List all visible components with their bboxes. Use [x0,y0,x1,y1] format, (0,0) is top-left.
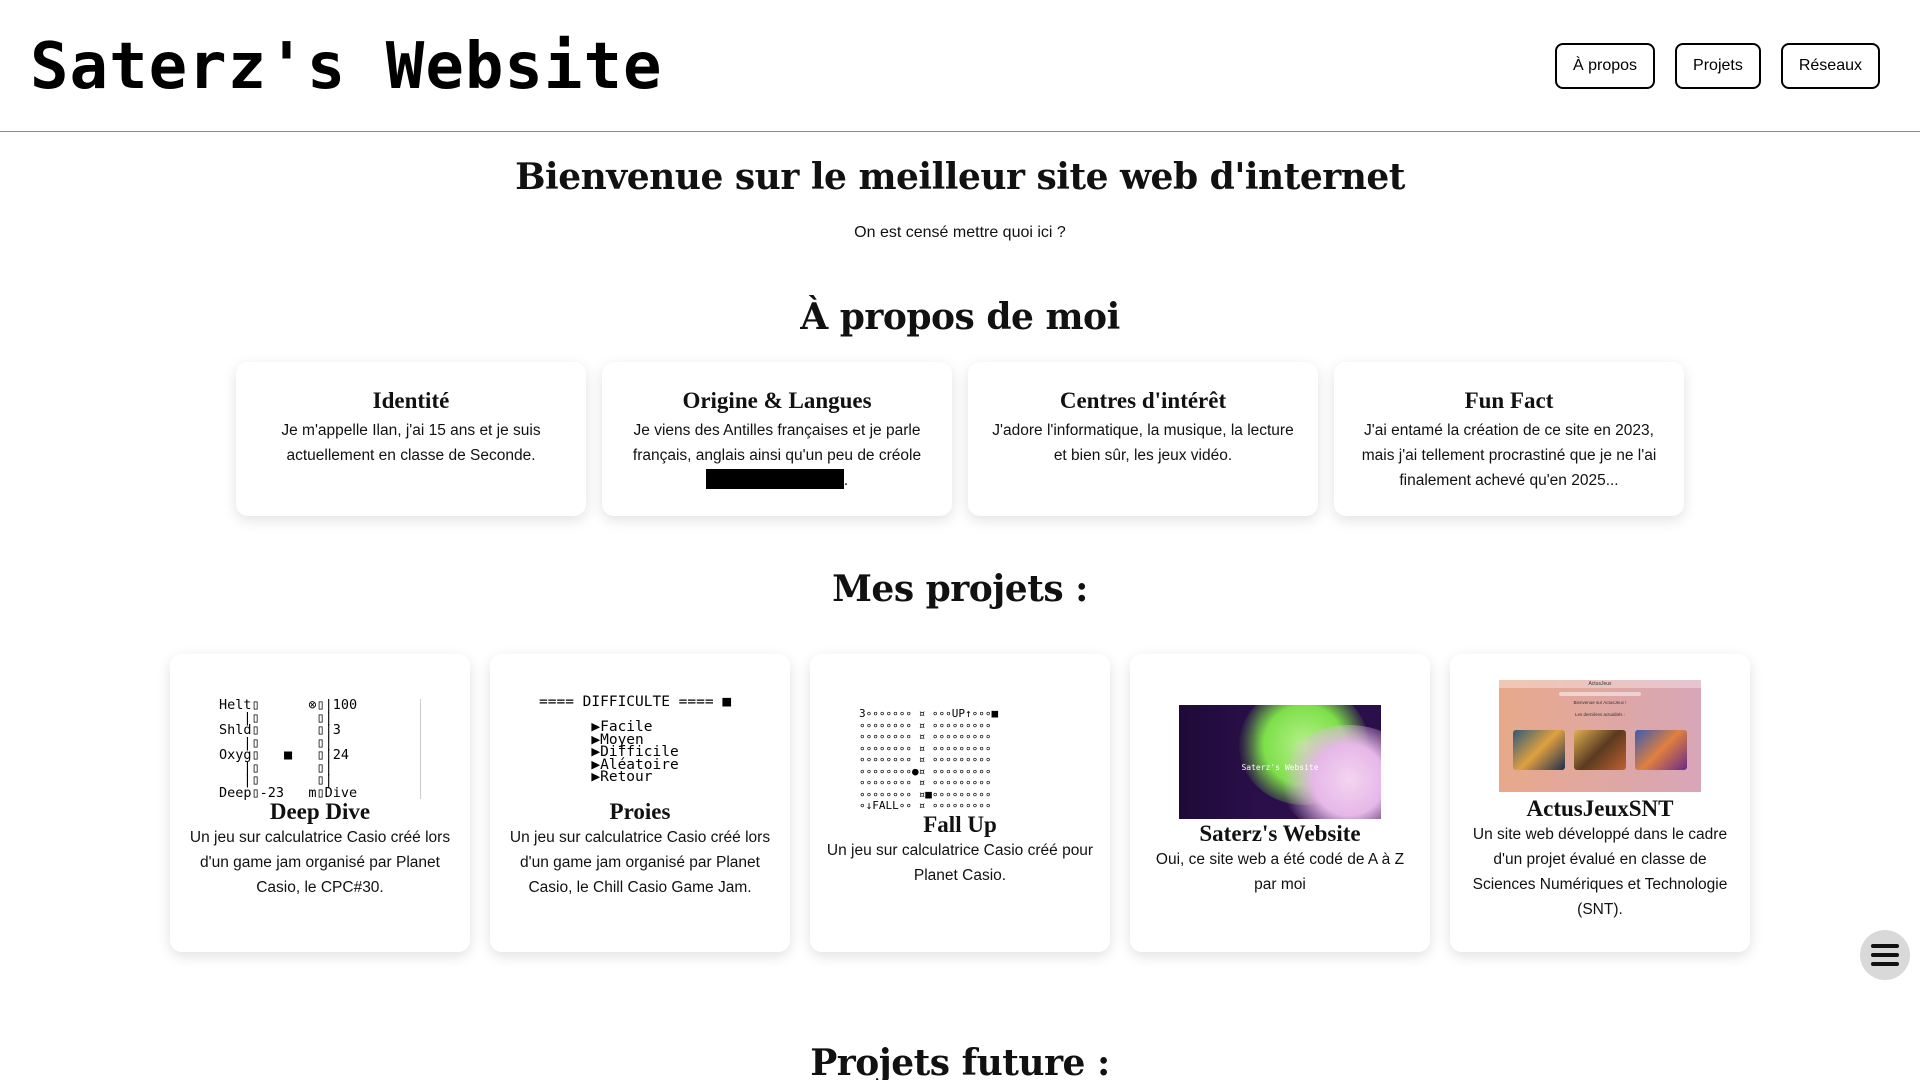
deep-dive-screenshot: Helt▯ ⊗▯|100 |▯ ▯| Shld▯ ▯|3 |▯ ▯| Oxyg▯… [219,698,421,799]
project-title: Saterz's Website [1199,821,1361,846]
top-header: Saterz's Website À propos Projets Réseau… [0,0,1920,132]
about-card-text: J'ai entamé la création de ce site en 20… [1361,422,1657,489]
top-nav: À propos Projets Réseaux [1555,43,1880,89]
fall-up-screenshot: 3∘∘∘∘∘∘∘ ¤ ∘∘∘UP↑∘∘∘■ ∘∘∘∘∘∘∘∘ ¤ ∘∘∘∘∘∘∘… [859,708,1061,812]
actus-section: Les dernières actualités : [1574,712,1626,717]
project-description: Oui, ce site web a été codé de A à Z par… [1155,851,1405,893]
project-description: Un site web développé dans le cadre d'un… [1472,826,1728,918]
actus-header: ActusJeux [1499,680,1701,688]
website-banner-text: Saterz's Website [1241,763,1319,772]
about-heading: À propos de moi [800,296,1120,338]
project-card-fall-up[interactable]: 3∘∘∘∘∘∘∘ ¤ ∘∘∘UP↑∘∘∘■ ∘∘∘∘∘∘∘∘ ¤ ∘∘∘∘∘∘∘… [810,654,1110,952]
dark-shade [1179,705,1259,819]
menu-line [1871,944,1899,948]
menu-line [1871,953,1899,957]
nav-about-button[interactable]: À propos [1555,43,1656,89]
nav-projects-button[interactable]: Projets [1675,43,1761,89]
about-card-identity: Identité Je m'appelle Ilan, j'ai 15 ans … [236,362,586,516]
about-card-text: Je m'appelle Ilan, j'ai 15 ans et je sui… [281,422,541,464]
about-card-text-suffix: . [843,472,849,489]
project-description: Un jeu sur calculatrice Casio créé lors … [509,829,771,896]
actus-thumb-3 [1635,730,1687,770]
project-title: ActusJeuxSNT [1526,796,1674,821]
about-card-origin: Origine & Langues Je viens des Antilles … [602,362,952,516]
project-card-proies[interactable]: ==== DIFFICULTE ==== ■ ▶Facile ▶Moyen ▶D… [490,654,790,952]
welcome-heading: Bienvenue sur le meilleur site web d'int… [515,156,1405,198]
menu-line [1871,962,1899,966]
project-description: Un jeu sur calculatrice Casio créé pour … [826,842,1094,884]
about-card-title: Centres d'intérêt [1059,388,1227,413]
about-card-funfact: Fun Fact J'ai entamé la création de ce s… [1334,362,1684,516]
actus-thumb-2 [1574,730,1626,770]
site-title[interactable]: Saterz's Website [30,30,663,104]
actus-thumb-1 [1513,730,1565,770]
project-card-actusjeuxsnt[interactable]: ActusJeux Bienvenue sur ActusJeux ! Les … [1450,654,1750,952]
project-title: Proies [609,799,671,824]
actusjeux-screenshot: ActusJeux Bienvenue sur ActusJeux ! Les … [1499,680,1701,792]
projects-heading: Mes projets : [832,568,1088,610]
saterz-website-screenshot: Saterz's Website [1179,705,1381,819]
about-card-interests: Centres d'intérêt J'adore l'informatique… [968,362,1318,516]
project-title: Deep Dive [269,799,371,824]
project-title: Fall Up [923,812,997,837]
about-card-title: Origine & Langues [682,388,872,413]
about-card-title: Identité [372,388,450,413]
about-card-text-main: Je viens des Antilles françaises et je p… [632,422,922,464]
welcome-subtitle: On est censé mettre quoi ici ? [854,224,1066,241]
actus-subtitle: Bienvenue sur ActusJeux ! [1573,700,1627,705]
nav-socials-button[interactable]: Réseaux [1780,43,1880,89]
redacted-block [705,469,844,489]
about-card-text: J'adore l'informatique, la musique, la l… [992,422,1294,464]
project-card-deep-dive[interactable]: Helt▯ ⊗▯|100 |▯ ▯| Shld▯ ▯|3 |▯ ▯| Oxyg▯… [170,654,470,952]
future-projects-heading: Projets future : [810,1042,1110,1080]
project-description: Un jeu sur calculatrice Casio créé lors … [189,829,451,896]
project-cards: Helt▯ ⊗▯|100 |▯ ▯| Shld▯ ▯|3 |▯ ▯| Oxyg▯… [170,654,1750,952]
about-card-title: Fun Fact [1464,388,1554,413]
hamburger-menu-icon[interactable] [1860,930,1910,980]
actus-nav-bar [1559,692,1641,696]
project-card-saterz-website[interactable]: Saterz's Website Saterz's Website Oui, c… [1130,654,1430,952]
about-cards: Identité Je m'appelle Ilan, j'ai 15 ans … [236,362,1684,516]
proies-screenshot: ==== DIFFICULTE ==== ■ ▶Facile ▶Moyen ▶D… [539,695,741,799]
about-card-text: Je viens des Antilles françaises et je p… [618,418,936,493]
